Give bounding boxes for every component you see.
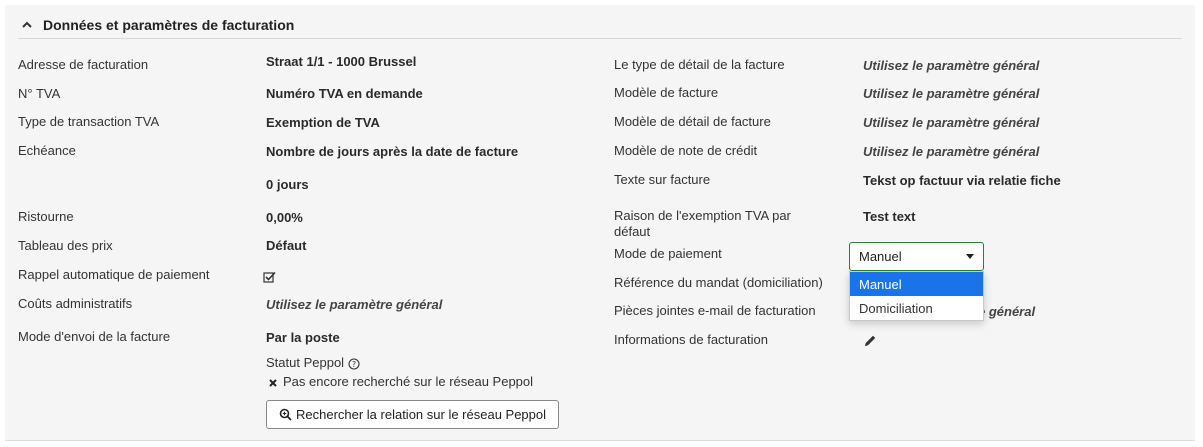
label-invoice-detail-template: Modèle de détail de facture — [614, 114, 771, 129]
value-credit-note-template: Utilisez le paramètre général — [863, 144, 1040, 159]
value-send-mode: Par la poste — [266, 330, 340, 345]
billing-panel: Données et paramètres de facturation Adr… — [5, 5, 1195, 441]
payment-option-manual[interactable]: Manuel — [850, 272, 983, 296]
value-vat-transaction: Exemption de TVA — [266, 115, 380, 130]
label-discount: Ristourne — [18, 209, 74, 224]
search-peppol-label: Rechercher la relation sur le réseau Pep… — [295, 407, 547, 422]
label-auto-reminder: Rappel automatique de paiement — [18, 267, 210, 282]
search-icon — [279, 408, 292, 421]
label-mandate-reference: Référence du mandat (domiciliation) — [614, 275, 823, 290]
help-circle-icon[interactable]: ? — [348, 358, 360, 370]
section-header[interactable]: Données et paramètres de facturation — [20, 13, 294, 37]
label-billing-address: Adresse de facturation — [18, 57, 149, 72]
label-invoice-text: Texte sur facture — [614, 172, 711, 187]
peppol-status-label: Statut Peppol ? — [266, 355, 360, 371]
value-due-days: 0 jours — [266, 177, 309, 192]
close-x-icon — [269, 378, 277, 387]
label-vat-exemption-reason-line2: défaut — [614, 224, 651, 239]
checkbox-checked-icon — [263, 271, 276, 283]
caret-down-icon — [966, 254, 974, 259]
search-peppol-button[interactable]: Rechercher la relation sur le réseau Pep… — [266, 400, 559, 429]
payment-option-domiciliation[interactable]: Domiciliation — [850, 296, 983, 320]
value-price-table: Défaut — [266, 238, 307, 253]
value-admin-costs: Utilisez le paramètre général — [266, 297, 443, 312]
label-send-mode: Mode d'envoi de la facture — [18, 329, 171, 344]
payment-mode-select[interactable]: Manuel — [849, 242, 984, 271]
label-vat-transaction: Type de transaction TVA — [18, 114, 160, 129]
section-title: Données et paramètres de facturation — [43, 17, 295, 33]
value-invoice-template: Utilisez le paramètre général — [863, 86, 1040, 101]
pencil-icon[interactable] — [863, 334, 877, 348]
peppol-status-value: Pas encore recherché sur le réseau Peppo… — [283, 374, 534, 389]
value-invoice-detail-template: Utilisez le paramètre général — [863, 115, 1040, 130]
label-invoice-template: Modèle de facture — [614, 85, 719, 100]
value-due-date: Nombre de jours après la date de facture — [266, 144, 519, 159]
label-price-table: Tableau des prix — [18, 238, 113, 253]
value-invoice-text: Tekst op factuur via relatie fiche — [863, 173, 1061, 188]
label-due-date: Echéance — [18, 143, 76, 158]
label-credit-note-template: Modèle de note de crédit — [614, 143, 758, 158]
value-invoice-detail-type: Utilisez le paramètre général — [863, 58, 1040, 73]
value-billing-address: Straat 1/1 - 1000 Brussel — [266, 54, 417, 69]
value-discount: 0,00% — [266, 210, 303, 225]
svg-text:?: ? — [352, 360, 356, 369]
value-vat-number: Numéro TVA en demande — [266, 86, 423, 101]
value-email-attachments: e général — [978, 304, 1036, 319]
label-vat-number: N° TVA — [18, 86, 61, 101]
payment-mode-selected: Manuel — [859, 249, 902, 264]
label-payment-mode: Mode de paiement — [614, 246, 722, 261]
header-divider — [18, 38, 1182, 39]
payment-mode-dropdown: Manuel Domiciliation — [849, 271, 984, 321]
value-vat-exemption-reason: Test text — [863, 209, 916, 224]
label-invoice-detail-type: Le type de détail de la facture — [614, 57, 785, 72]
label-vat-exemption-reason: Raison de l'exemption TVA par — [614, 208, 791, 223]
peppol-status-line: Pas encore recherché sur le réseau Peppo… — [268, 374, 533, 390]
chevron-up-icon — [22, 21, 32, 28]
label-email-attachments: Pièces jointes e-mail de facturation — [614, 303, 816, 318]
label-billing-info: Informations de facturation — [614, 332, 768, 347]
label-admin-costs: Coûts administratifs — [18, 296, 133, 311]
